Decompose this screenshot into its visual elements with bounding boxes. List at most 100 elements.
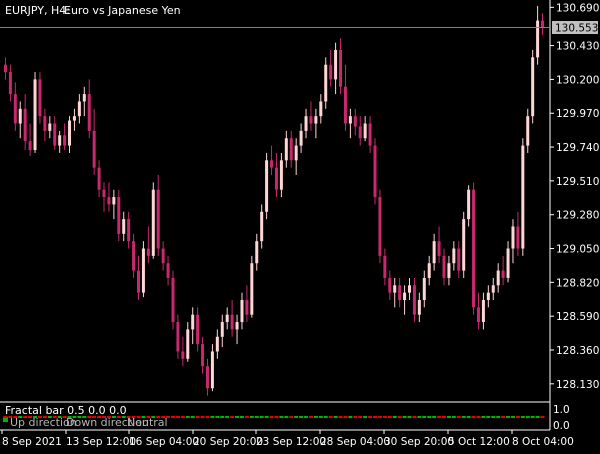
indicator-up-mark — [481, 416, 486, 418]
indicator-up-mark — [210, 416, 215, 418]
indicator-up-mark — [318, 416, 323, 418]
candle — [146, 226, 150, 264]
candle — [141, 241, 145, 298]
candle-body-bear — [358, 126, 362, 139]
candle-body-bull — [186, 329, 190, 359]
candle — [427, 255, 431, 286]
candle — [363, 116, 367, 142]
indicator-down-mark — [170, 416, 175, 418]
indicator-up-mark — [141, 416, 146, 418]
candle-body-bear — [339, 50, 343, 87]
candle — [274, 152, 278, 198]
candle-body-bear — [196, 314, 200, 345]
indicator-down-mark — [126, 416, 131, 418]
indicator-down-mark — [289, 416, 294, 418]
candle-body-bear — [457, 248, 461, 271]
candle — [348, 108, 352, 139]
price-tick-label: 129.510 — [556, 176, 599, 188]
candle — [171, 270, 175, 330]
candle-body-bear — [383, 255, 387, 278]
candle — [329, 50, 333, 87]
chart-symbol: EURJPY, H4: — [5, 4, 70, 17]
indicator-up-mark — [530, 416, 535, 418]
indicator-up-mark — [284, 416, 289, 418]
indicator-up-mark — [299, 416, 304, 418]
indicator-down-mark — [437, 416, 442, 418]
indicator-up-mark — [111, 416, 116, 418]
candle-body-bear — [43, 116, 47, 131]
candle-body-bull — [432, 241, 436, 264]
indicator-up-mark — [422, 416, 427, 418]
indicator-down-mark — [23, 416, 28, 418]
candle-body-bull — [279, 160, 283, 190]
candle-body-bull — [462, 219, 466, 271]
candle-body-bear — [53, 123, 57, 146]
indicator-down-mark — [476, 416, 481, 418]
time-tick-label: 20 Sep 20:00 — [193, 436, 263, 448]
candle — [299, 123, 303, 153]
indicator-up-mark — [496, 416, 501, 418]
time-tick-label: 5 Oct 12:00 — [448, 436, 510, 448]
indicator-down-mark — [501, 416, 506, 418]
candle-body-bull — [191, 314, 195, 330]
price-tick-label: 130.430 — [556, 41, 599, 53]
candle-body-bull — [260, 211, 264, 242]
candle-body-bull — [531, 57, 535, 117]
candle — [304, 108, 308, 139]
indicator-up-mark — [417, 416, 422, 418]
candle — [279, 152, 283, 198]
indicator-axis-tick-1: 1.0 — [553, 404, 570, 416]
candle-body-bull — [486, 292, 490, 300]
candle-body-bear — [137, 270, 140, 293]
candle-body-bear — [13, 94, 17, 124]
indicator-down-mark — [146, 416, 151, 418]
candle-body-bull — [506, 248, 510, 278]
indicator-down-mark — [382, 416, 387, 418]
indicator-down-mark — [269, 416, 274, 418]
candle — [255, 233, 259, 271]
candle — [491, 277, 495, 300]
candle-body-bull — [33, 79, 37, 150]
candle — [378, 189, 382, 264]
candle-body-bull — [447, 263, 451, 278]
indicator-down-mark — [205, 416, 210, 418]
candle — [13, 82, 17, 131]
candle — [8, 64, 12, 102]
indicator-up-mark — [451, 416, 456, 418]
indicator-up-mark — [72, 416, 77, 418]
price-tick-label: 129.740 — [556, 142, 599, 154]
indicator-up-mark — [323, 416, 328, 418]
candle — [176, 314, 180, 359]
candle — [102, 182, 106, 212]
time-tick-label: 13 Sep 12:00 — [66, 436, 136, 448]
candle — [437, 226, 441, 264]
candle-body-bear — [274, 167, 278, 190]
candle-body-bear — [176, 322, 180, 352]
indicator-up-mark — [82, 416, 87, 418]
candle-body-bull — [122, 219, 126, 234]
candle-body-bull — [265, 160, 269, 212]
candle — [417, 292, 421, 323]
candle — [82, 86, 86, 117]
candle-body-bull — [235, 322, 239, 330]
indicator-up-mark — [121, 416, 126, 418]
indicator-up-mark — [466, 416, 471, 418]
candle-body-bear — [289, 138, 293, 161]
candle-body-bear — [102, 189, 106, 198]
candle — [240, 292, 244, 330]
candle — [393, 277, 397, 308]
current-price-tag: 130.553 — [552, 21, 598, 35]
indicator-down-mark — [52, 416, 57, 418]
indicator-down-mark — [308, 416, 313, 418]
candle-body-bull — [210, 351, 214, 389]
candle-body-bull — [496, 270, 500, 286]
price-tick-label: 130.690 — [556, 2, 599, 14]
candle-body-bear — [127, 219, 131, 242]
candle-body-bear — [201, 344, 205, 367]
candle — [289, 130, 293, 168]
candle-body-bear — [132, 241, 136, 271]
time-tick-label: 8 Oct 04:00 — [512, 436, 574, 448]
candle — [481, 292, 485, 330]
candle-body-bull — [240, 300, 244, 323]
indicator-up-mark — [77, 416, 82, 418]
